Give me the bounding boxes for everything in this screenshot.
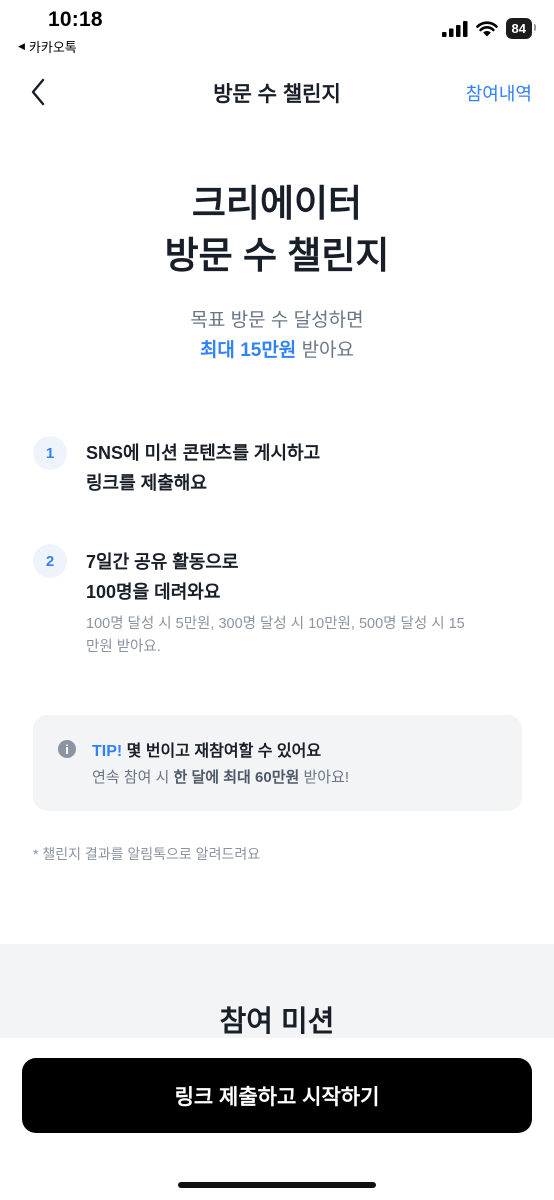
hero-sub-suffix: 받아요	[296, 340, 355, 361]
tip-box	[33, 715, 522, 811]
step-1-line2: 링크를 제출해요	[86, 473, 207, 493]
mission-title: 참여 미션	[219, 1006, 335, 1038]
wifi-icon	[475, 20, 498, 36]
back-to-app-link[interactable]: ◀ 카카오톡	[18, 37, 77, 56]
step-2-note-line1: 100명 달성 시 5만원, 300명 달성 시 10만원, 500명 달성 시…	[86, 616, 465, 632]
tip-label: TIP!	[92, 743, 123, 760]
cellular-signal-icon	[441, 20, 468, 37]
tip-detail-bold: 한 달에 최대 60만원	[173, 769, 300, 786]
back-triangle-icon: ◀	[18, 41, 25, 51]
step-1-line1: SNS에 미션 콘텐츠를 게시하고	[86, 443, 321, 463]
step-number-badge: 2	[33, 544, 67, 578]
status-time: 10:18	[48, 8, 103, 31]
tip-detail-suffix: 받아요!	[299, 769, 350, 786]
tip-detail: 연속 참여 시 한 달에 최대 60만원 받아요!	[92, 766, 349, 787]
tip-headline: TIP! 몇 번이고 재참여할 수 있어요	[92, 737, 321, 761]
step-number-badge: 1	[33, 436, 67, 470]
tip-text: 몇 번이고 재참여할 수 있어요	[122, 743, 322, 760]
hero-subtitle: 목표 방문 수 달성하면 최대 15만원 받아요	[0, 306, 554, 366]
step-2-note: 100명 달성 시 5만원, 300명 달성 시 10만원, 500명 달성 시…	[86, 613, 465, 659]
back-app-label: 카카오톡	[28, 40, 77, 55]
submit-link-start-button[interactable]: 링크 제출하고 시작하기	[22, 1058, 532, 1133]
step-2-line1: 7일간 공유 활동으로	[86, 552, 239, 572]
home-indicator[interactable]	[178, 1182, 376, 1188]
hero-title-line1: 크리에이터	[191, 183, 363, 224]
status-icons: 84	[441, 18, 537, 39]
tip-detail-prefix: 연속 참여 시	[92, 769, 174, 786]
step-2-note-line2: 만원 받아요.	[86, 639, 161, 655]
step-1-text: SNS에 미션 콘텐츠를 게시하고 링크를 제출해요	[86, 438, 320, 498]
hero-title-line2: 방문 수 챌린지	[164, 235, 390, 276]
hero-title: 크리에이터 방문 수 챌린지	[0, 178, 554, 282]
info-icon: i	[58, 740, 76, 758]
footnote: * 챌린지 결과를 알림톡으로 알려드려요	[33, 846, 261, 862]
step-2-line2: 100명을 데려와요	[86, 582, 221, 602]
hero-sub-line1: 목표 방문 수 달성하면	[190, 310, 364, 331]
participation-history-link[interactable]: 참여내역	[466, 80, 532, 106]
battery-indicator: 84	[505, 18, 537, 39]
hero-sub-line2: 최대 15만원 받아요	[0, 336, 554, 366]
reward-highlight: 최대 15만원	[199, 340, 297, 361]
step-2-text: 7일간 공유 활동으로 100명을 데려와요	[86, 547, 239, 607]
